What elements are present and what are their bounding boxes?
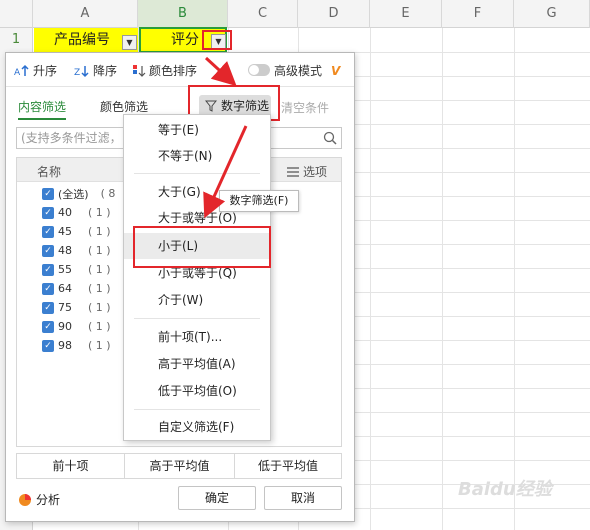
arrow-icon xyxy=(203,125,248,219)
annotation-arrows xyxy=(203,56,248,219)
arrow-icon xyxy=(204,56,237,87)
watermark: Baidu经验 xyxy=(458,479,552,500)
